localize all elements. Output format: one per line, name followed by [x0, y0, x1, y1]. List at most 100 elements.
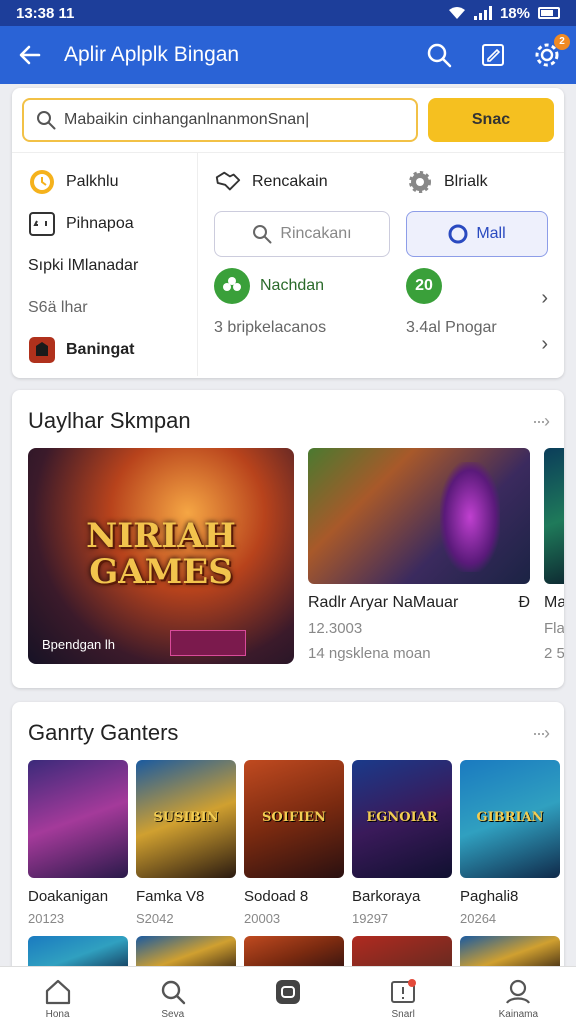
featured-image	[308, 448, 530, 584]
featured-section: Uaylhar Skmpan ···› NIRIAH GAMES Bpendga…	[12, 390, 564, 688]
battery-percent: 18%	[499, 4, 530, 22]
featured-meta: 14 ngsklena moan	[308, 645, 431, 662]
featured-banner[interactable]: NIRIAH GAMES Bpendgan lh	[28, 448, 294, 664]
clover-icon	[214, 268, 250, 304]
badge-item[interactable]: 20	[406, 265, 548, 307]
games-row: Doakanigan 20123 SUSIBIN Famka V8 S2042 SOIFI…	[12, 760, 564, 926]
game-card[interactable]: Doakanigan 20123	[28, 760, 128, 926]
game-thumb: SUSIBIN	[136, 760, 236, 878]
handshake-icon	[214, 168, 242, 196]
count-badge: 20	[406, 268, 442, 304]
mail-pill-label: Mall	[476, 225, 506, 242]
quick-item[interactable]: Baningat	[28, 329, 181, 371]
featured-card[interactable]: Radlr Aryar NaMauar Ð 12.3003 14 ngsklen…	[308, 448, 530, 664]
game-name: Sodoad 8	[244, 888, 309, 905]
quick-item-label: Palkhlu	[66, 173, 119, 190]
more-arrow-icon[interactable]: ···›	[532, 723, 550, 744]
search-pill-label: Rincakanı	[280, 225, 352, 242]
gear-icon	[406, 168, 434, 196]
game-art-title: SUSIBIN	[153, 810, 219, 825]
page-title: Aplir Aplplk Bingan	[64, 43, 240, 66]
back-arrow-icon[interactable]	[14, 39, 46, 71]
game-name: Famka V8	[136, 888, 205, 905]
game-card[interactable]: GIBRIAN Paghali8 20264	[460, 760, 560, 926]
nav-label: Snarl	[391, 1009, 415, 1020]
game-name: Paghali8	[460, 888, 519, 905]
edit-button[interactable]	[478, 40, 508, 70]
bottom-nav: Hona Seva Snarl Kainama	[0, 966, 576, 1024]
chevron-right-icon[interactable]: ›	[541, 333, 548, 356]
mail-icon	[448, 224, 468, 244]
peek-title: Mar	[544, 594, 564, 611]
game-name: Doakanigan	[28, 888, 109, 905]
recommend-item[interactable]: Rencakain	[214, 161, 390, 203]
search-icon	[253, 225, 272, 244]
search-pill-button[interactable]: Rincakanı	[214, 211, 390, 257]
game-sub: 20123	[28, 911, 65, 926]
search-button[interactable]	[424, 40, 454, 70]
featured-marker: Ð	[518, 594, 530, 611]
mail-pill-button[interactable]: Mall	[406, 211, 548, 257]
settings-item[interactable]: Blrialk	[406, 161, 548, 203]
more-arrow-icon[interactable]: ···›	[532, 411, 550, 432]
game-thumb	[28, 760, 128, 878]
status-time: 13:38 11	[16, 4, 75, 22]
game-name: Barkoraya	[352, 888, 421, 905]
peek-card[interactable]: Mar Fla 2 57	[544, 448, 564, 664]
section-title: Ganrty Ganters	[28, 720, 179, 745]
bottom-left-info[interactable]: 3 bripkelacanos	[214, 307, 390, 349]
dialog-icon	[28, 210, 56, 238]
app-icon	[28, 336, 56, 364]
search-input[interactable]: Mabaikin cinhanganlnanmonSnan|	[22, 98, 418, 142]
home-icon	[45, 979, 70, 1005]
game-card[interactable]: SUSIBIN Famka V8 S2042	[136, 760, 236, 926]
banner-logo	[170, 630, 246, 656]
featured-subtitle: 12.3003	[308, 620, 363, 637]
quick-item[interactable]: Palkhlu	[28, 161, 181, 203]
quick-item[interactable]: S6ä lhar	[28, 287, 181, 329]
nachdan-item[interactable]: Nachdan	[214, 265, 390, 307]
battery-icon	[538, 7, 560, 19]
bottom-right-info[interactable]: 3.4al Pnogar	[406, 307, 548, 349]
nav-profile[interactable]: Kainama	[478, 977, 558, 1020]
game-sub: 20003	[244, 911, 281, 926]
nav-label: Kainama	[498, 1009, 539, 1020]
nav-inbox[interactable]: Snarl	[363, 977, 443, 1020]
nav-label: Seva	[161, 1009, 185, 1020]
quick-item[interactable]: Sıpki lMlanadar	[28, 245, 181, 287]
game-card[interactable]: SOIFIEN Sodoad 8 20003	[244, 760, 344, 926]
game-thumb: EGNOIAR	[352, 760, 452, 878]
peek-subtitle: Fla	[544, 620, 564, 637]
nav-games[interactable]	[248, 977, 328, 1009]
nav-search[interactable]: Seva	[133, 977, 213, 1020]
games-icon	[275, 980, 300, 1004]
game-thumb: GIBRIAN	[460, 760, 560, 878]
search-submit-button[interactable]: Snac	[428, 98, 554, 142]
quick-item-label: Sıpki lMlanadar	[28, 257, 139, 274]
recommend-label: Rencakain	[252, 173, 328, 190]
quick-item-label: Pihnapoa	[66, 215, 134, 232]
nav-home[interactable]: Hona	[18, 977, 98, 1020]
inbox-icon	[391, 979, 417, 1003]
app-bar: Aplir Aplplk Bingan 2	[0, 26, 576, 84]
nav-label: Hona	[45, 1009, 70, 1020]
section-title: Uaylhar Skmpan	[28, 408, 191, 433]
banner-caption: Bpendgan lh	[42, 637, 116, 652]
chevron-right-icon[interactable]: ›	[541, 287, 548, 310]
game-card[interactable]: EGNOIAR Barkoraya 19297	[352, 760, 452, 926]
search-input-value: Mabaikin cinhanganlnanmonSnan|	[64, 111, 310, 128]
settings-button[interactable]: 2	[532, 34, 570, 70]
clock-icon	[28, 168, 56, 196]
peek-image	[544, 448, 564, 584]
peek-meta: 2 57	[544, 645, 564, 662]
game-sub: 19297	[352, 911, 389, 926]
profile-icon	[506, 979, 531, 1004]
quick-left-column: Palkhlu Pihnapoa Sıpki lMlanadar S6ä lha…	[12, 153, 198, 376]
featured-title: Radlr Aryar NaMauar	[308, 594, 459, 611]
search-icon	[161, 980, 185, 1005]
quick-item[interactable]: Pihnapoa	[28, 203, 181, 245]
quick-actions-card: Mabaikin cinhanganlnanmonSnan| Snac Palk…	[12, 88, 564, 378]
game-art-title: SOIFIEN	[262, 810, 326, 825]
quick-item-label: Baningat	[66, 341, 135, 358]
signal-icon	[473, 6, 492, 20]
